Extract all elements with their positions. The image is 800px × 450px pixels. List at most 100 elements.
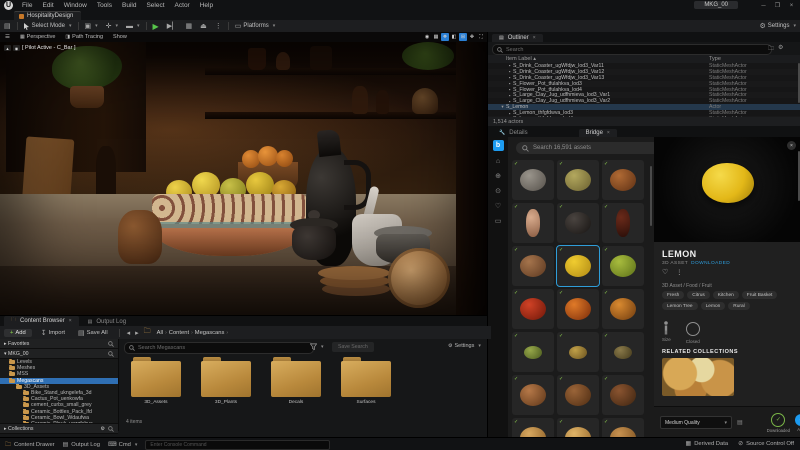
asset-red-apple[interactable]: ✓ xyxy=(512,289,554,329)
outliner-settings-icon[interactable]: ⚙ xyxy=(778,44,783,54)
folder-decals[interactable]: Decals xyxy=(268,357,324,405)
collections-section[interactable]: ▸ Collections ⚙ xyxy=(0,423,118,434)
stop-button[interactable]: ⏏ xyxy=(196,20,211,32)
downloaded-button[interactable]: ✓ Downloaded xyxy=(767,413,790,433)
level-tab[interactable]: HospitalityDesign xyxy=(14,11,81,20)
menu-window[interactable]: Window xyxy=(59,2,92,9)
breadcrumb-megascans[interactable]: Megascans xyxy=(194,330,226,336)
platforms-dropdown[interactable]: ▭Platforms▾ xyxy=(231,20,279,32)
camera-icon[interactable]: ◉ xyxy=(423,33,431,41)
tag-fresh[interactable]: Fresh xyxy=(662,291,684,299)
folder-3d-assets[interactable]: 3D_Assets xyxy=(128,357,184,405)
outliner-search-input[interactable]: Search xyxy=(492,44,772,55)
tab-details[interactable]: 🔧Details xyxy=(492,129,535,137)
grid-icon[interactable]: ▦ xyxy=(432,33,440,41)
asset-croissant[interactable]: ✓ xyxy=(602,418,644,437)
play-button[interactable]: ▶ xyxy=(149,20,163,32)
maximize-viewport-icon[interactable]: ⛶ xyxy=(477,33,485,41)
asset-terracotta-pot[interactable]: ✓ xyxy=(512,375,554,415)
tag-kitchen[interactable]: Kitchen xyxy=(713,291,739,299)
source-control-button[interactable]: ⊘Source Control Off xyxy=(738,440,794,447)
tab-outliner[interactable]: ▤Outliner× xyxy=(492,34,543,42)
close-button[interactable]: × xyxy=(785,1,798,10)
tag-lemon[interactable]: Lemon xyxy=(701,302,726,310)
menu-tools[interactable]: Tools xyxy=(92,2,117,9)
view-mode-dropdown[interactable]: ◨Path Tracing xyxy=(60,34,108,40)
folder-surfaces[interactable]: Surfaces xyxy=(338,357,394,405)
save-search-button[interactable]: Save Search xyxy=(332,342,374,352)
show-dropdown[interactable]: Show xyxy=(108,34,132,40)
tab-output-log[interactable]: ▤Output Log xyxy=(81,318,133,326)
asset-stone-mortar[interactable]: ✓ xyxy=(512,160,554,200)
skip-button[interactable]: ▶▏ xyxy=(163,20,182,32)
play-options-kebab-icon[interactable]: ⋮ xyxy=(211,20,226,32)
import-button[interactable]: ↧Import xyxy=(37,327,69,339)
quality-select[interactable]: Medium Quality▾ xyxy=(660,416,732,429)
asset-brown-onion[interactable]: ✓ xyxy=(602,160,644,200)
cb-settings-button[interactable]: ⚙Settings▾ xyxy=(448,343,481,349)
tab-content-browser[interactable]: 🗀Content Browser× xyxy=(4,316,79,326)
viewport-menu-icon[interactable]: ☰ xyxy=(0,34,15,40)
column-item-label[interactable]: Item Label ▴ xyxy=(488,56,536,62)
fov-icon[interactable]: ◧ xyxy=(450,33,458,41)
tag-lemon-tree[interactable]: Lemon Tree xyxy=(662,302,698,310)
account-icon[interactable]: ⊙ xyxy=(495,187,501,195)
asset-grid-scrollbar[interactable] xyxy=(650,166,652,226)
screen-percentage-icon[interactable]: ❖ xyxy=(441,33,449,41)
asset-orange-fruit[interactable]: ✓ xyxy=(602,289,644,329)
forward-icon[interactable]: ▸ xyxy=(135,329,139,337)
asset-bread-bun[interactable]: ✓ xyxy=(512,418,554,437)
close-icon[interactable]: × xyxy=(607,130,610,136)
asset-clay-pot[interactable]: ✓ xyxy=(512,246,554,286)
save-icon[interactable]: ▤ xyxy=(0,22,15,30)
aspect-icon[interactable]: ⊞ xyxy=(459,33,467,41)
folder-3d-plants[interactable]: 3D_Plants xyxy=(198,357,254,405)
menu-edit[interactable]: Edit xyxy=(37,2,58,9)
add-content-button[interactable]: +Add xyxy=(4,329,32,337)
tag-fruit-basket[interactable]: Fruit Basket xyxy=(742,291,778,299)
console-input[interactable]: Enter Console Command xyxy=(145,440,330,450)
favorite-heart-icon[interactable]: ♡ xyxy=(662,268,668,276)
perspective-dropdown[interactable]: ▦Perspective xyxy=(15,34,60,40)
add-actor-dropdown[interactable]: ▣▾ xyxy=(81,20,102,32)
derived-data-button[interactable]: ▦Derived Data xyxy=(686,440,729,447)
breadcrumb-content[interactable]: Content xyxy=(168,330,190,336)
asset-dried-flower[interactable]: ✓ xyxy=(557,332,599,372)
add-folder-icon[interactable]: 🗀 xyxy=(768,44,774,54)
menu-build[interactable]: Build xyxy=(117,2,141,9)
unreal-logo-icon[interactable]: U xyxy=(4,1,13,10)
asset-lemon[interactable]: ✓ xyxy=(557,246,599,286)
filter-dropdown[interactable]: ▾ xyxy=(310,343,324,350)
asset-breadcrumb[interactable]: 3D Asset / Food / Fruit xyxy=(662,283,712,289)
tag-citrus[interactable]: Citrus xyxy=(687,291,710,299)
eject-pilot-icon[interactable]: ▲ xyxy=(4,45,11,51)
bridge-logo-icon[interactable]: b xyxy=(493,140,504,151)
tag-rural[interactable]: Rural xyxy=(728,302,749,310)
browse-globe-icon[interactable]: ⊕ xyxy=(495,172,501,180)
settings-dropdown[interactable]: ⚙ Settings▾ xyxy=(760,20,796,32)
asset-herb-sprig[interactable]: ✓ xyxy=(512,332,554,372)
breadcrumb-all[interactable]: All xyxy=(156,330,164,336)
project-section[interactable]: ▾ MKG_00 xyxy=(0,349,118,359)
local-assets-icon[interactable]: ▭ xyxy=(495,217,502,225)
menu-select[interactable]: Select xyxy=(141,2,169,9)
asset-bread-loaf[interactable]: ✓ xyxy=(557,418,599,437)
kebab-menu-icon[interactable]: ⋮ xyxy=(676,269,682,276)
tab-bridge[interactable]: Bridge× xyxy=(579,129,617,137)
close-icon[interactable]: × xyxy=(69,318,72,324)
asset-clay-bowl[interactable]: ✓ xyxy=(557,375,599,415)
output-log-button[interactable]: ▤Output Log xyxy=(63,441,100,448)
menu-help[interactable]: Help xyxy=(195,2,218,9)
asset-black-teapot[interactable]: ✓ xyxy=(557,203,599,243)
add-button[interactable]: ⇣ Add xyxy=(795,414,800,432)
download-queue-icon[interactable]: ▤ xyxy=(737,419,743,426)
related-collection-thumb[interactable] xyxy=(662,358,734,396)
back-icon[interactable]: ◂ xyxy=(127,329,131,337)
frame-button[interactable]: ▦ xyxy=(181,20,196,32)
asset-seed-pod[interactable]: ✓ xyxy=(602,332,644,372)
close-icon[interactable]: × xyxy=(533,35,536,41)
asset-nectarine[interactable]: ✓ xyxy=(557,289,599,329)
menu-file[interactable]: File xyxy=(17,2,37,9)
bookmark-icon[interactable]: ✥ xyxy=(468,33,476,41)
favorites-heart-icon[interactable]: ♡ xyxy=(495,202,501,210)
